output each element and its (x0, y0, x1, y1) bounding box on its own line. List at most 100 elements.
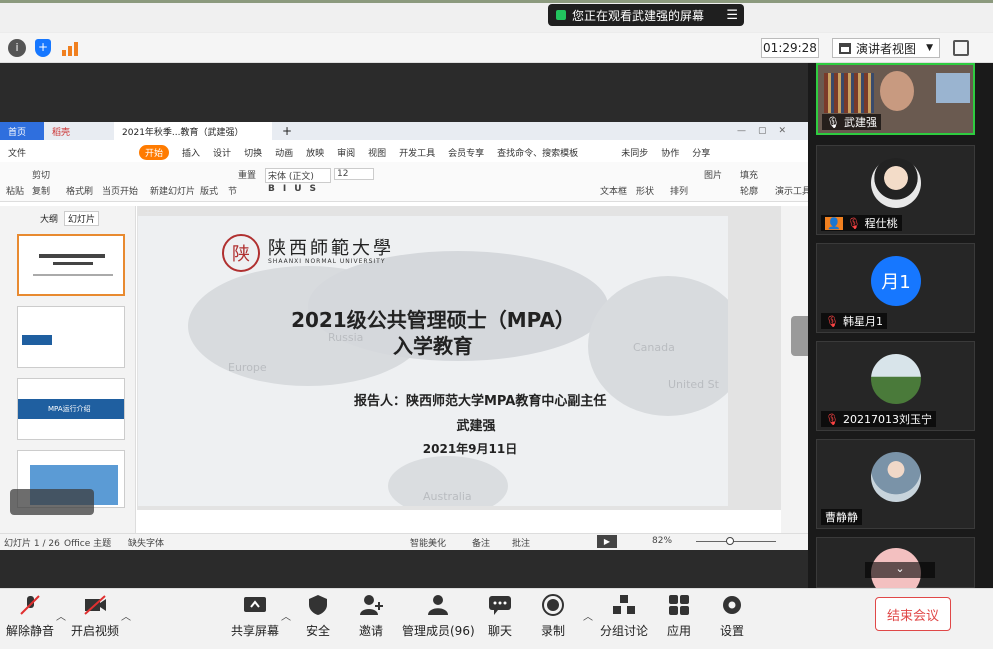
info-icon[interactable]: i (8, 39, 26, 57)
university-name-cn: 陕西師範大學 (268, 238, 394, 259)
play-icon[interactable]: ▶ (597, 535, 617, 548)
participant-name: 韩星月1 (842, 315, 883, 328)
participant-tile-3[interactable]: 月1 🎙 韩星月1 (816, 243, 975, 333)
shield-icon[interactable]: + (35, 39, 51, 57)
share-options-chevron-icon[interactable]: ︿ (281, 608, 291, 623)
start-video-button[interactable]: 开启视频 (71, 594, 119, 639)
ribbon-outline[interactable]: 轮廓 (740, 184, 758, 197)
slide-title-line2: 入学教育 (393, 334, 473, 358)
invite-user-icon (360, 595, 383, 615)
mic-icon: 🎙 (826, 115, 840, 129)
participant-name: 20217013刘玉宁 (842, 413, 932, 426)
menu-member[interactable]: 会员专享 (448, 146, 484, 159)
ribbon-picture[interactable]: 图片 (704, 168, 722, 181)
unmute-button[interactable]: 解除静音 (6, 594, 54, 639)
security-button[interactable]: 安全 (306, 594, 330, 639)
avatar-initials: 月1 (871, 256, 921, 306)
status-comments[interactable]: 批注 (512, 536, 530, 549)
ribbon-textbox[interactable]: 文本框 (600, 184, 627, 197)
tab-document[interactable]: 2021年秋季...教育（武建强） (114, 122, 273, 140)
participant-tile-1[interactable]: 🎙 武建强 (816, 63, 975, 135)
participant-name-bar: 🎙 20217013刘玉宁 (821, 411, 936, 427)
invite-button[interactable]: 邀请 (359, 594, 383, 639)
menu-animation[interactable]: 动画 (275, 146, 293, 159)
participant-tile-6[interactable]: ⌄ (816, 537, 975, 598)
map-label-australia: Australia (423, 490, 472, 503)
ribbon-layout[interactable]: 版式 (200, 184, 218, 197)
record-button[interactable]: 录制 (541, 594, 565, 639)
participant-tile-4[interactable]: 🎙 20217013刘玉宁 (816, 341, 975, 431)
menu-insert[interactable]: 插入 (182, 146, 200, 159)
wps-status-bar: 幻灯片 1 / 26 Office 主题 缺失字体 智能美化 备注 批注 ▶ 8… (0, 533, 808, 550)
video-options-chevron-icon[interactable]: ︿ (121, 608, 131, 623)
zoom-slider-thumb[interactable] (726, 537, 734, 545)
tab-docer[interactable]: 稻壳 (44, 122, 78, 140)
zoom-slider[interactable] (696, 541, 776, 542)
ribbon-new-slide[interactable]: 新建幻灯片 (150, 184, 195, 197)
menu-transition[interactable]: 切换 (244, 146, 262, 159)
panel-tab-outline[interactable]: 大纲 (40, 212, 58, 225)
status-zoom: 82% (652, 536, 673, 546)
ribbon-play-current[interactable]: 当页开始 (102, 184, 138, 197)
ribbon-cut[interactable]: 剪切 (32, 168, 50, 181)
menu-sync[interactable]: 未同步 (621, 146, 648, 159)
members-icon (428, 595, 449, 615)
ribbon-section[interactable]: 节 (228, 184, 237, 197)
apps-button[interactable]: 应用 (667, 594, 691, 639)
breakout-rooms-button[interactable]: 分组讨论 (600, 594, 648, 639)
menu-slideshow[interactable]: 放映 (306, 146, 324, 159)
wps-menu-bar: 文件 开始 插入 设计 切换 动画 放映 审阅 视图 开发工具 会员专享 查找命… (0, 143, 808, 161)
screen-share-banner[interactable]: 您正在观看武建强的屏幕 ☰ (548, 4, 744, 26)
ribbon-presentation-tools[interactable]: 演示工具 (775, 184, 811, 197)
end-meeting-button[interactable]: 结束会议 (875, 597, 951, 631)
annotation-overlay[interactable] (10, 489, 94, 515)
view-mode-dropdown[interactable]: 演讲者视图 ▼ (832, 38, 940, 58)
menu-share[interactable]: 分享 (692, 146, 710, 159)
ribbon-fill[interactable]: 填充 (740, 168, 758, 181)
share-screen-button[interactable]: 共享屏幕 (231, 594, 279, 639)
chat-button[interactable]: 聊天 (488, 594, 512, 639)
menu-review[interactable]: 审阅 (337, 146, 355, 159)
slide-thumbnail-3[interactable]: MPA运行介绍 (17, 378, 125, 440)
font-size-select[interactable]: 12 (334, 168, 374, 180)
tab-home[interactable]: 首页 (0, 122, 44, 140)
new-tab-icon[interactable]: + (282, 124, 292, 138)
menu-design[interactable]: 设计 (213, 146, 231, 159)
start-video-label: 开启视频 (71, 624, 120, 638)
ribbon-shape[interactable]: 形状 (636, 184, 654, 197)
ribbon-reset[interactable]: 重置 (238, 168, 256, 181)
record-options-chevron-icon[interactable]: ︿ (583, 608, 593, 623)
status-beautify[interactable]: 智能美化 (410, 536, 446, 549)
slide-thumbnail-1[interactable] (17, 234, 125, 296)
menu-file[interactable]: 文件 (8, 146, 26, 159)
text-style-buttons[interactable]: BIUS (268, 184, 324, 194)
menu-collab[interactable]: 协作 (661, 146, 679, 159)
manage-members-button[interactable]: 管理成员(96) (402, 594, 475, 639)
participant-tile-2[interactable]: 👤 🎙 程仕桃 (816, 145, 975, 235)
scroll-down-icon[interactable]: ⌄ (865, 562, 935, 578)
signal-icon[interactable] (62, 40, 80, 56)
ribbon-paste[interactable]: 粘贴 (6, 184, 24, 197)
ribbon-copy[interactable]: 复制 (32, 184, 50, 197)
fullscreen-icon[interactable] (953, 40, 969, 56)
participant-tile-5[interactable]: 曹静静 (816, 439, 975, 529)
font-family-select[interactable]: 宋体 (正文) (265, 168, 331, 183)
collapse-handle[interactable] (791, 316, 808, 356)
camera-off-icon (84, 595, 106, 615)
window-controls[interactable]: —▢✕ (737, 126, 798, 136)
ribbon-arrange[interactable]: 排列 (670, 184, 688, 197)
gear-icon (723, 596, 741, 614)
audio-options-chevron-icon[interactable]: ︿ (56, 608, 66, 623)
settings-button[interactable]: 设置 (720, 594, 744, 639)
menu-icon[interactable]: ☰ (726, 8, 738, 23)
menu-start[interactable]: 开始 (139, 144, 170, 160)
status-missing-font[interactable]: 缺失字体 (128, 536, 164, 549)
panel-tab-slides[interactable]: 幻灯片 (64, 211, 100, 226)
menu-developer[interactable]: 开发工具 (399, 146, 435, 159)
ribbon-format-painter[interactable]: 格式刷 (66, 184, 93, 197)
menu-search[interactable]: 查找命令、搜索模板 (497, 146, 578, 159)
status-notes[interactable]: 备注 (472, 536, 490, 549)
security-label: 安全 (306, 624, 331, 638)
menu-view[interactable]: 视图 (368, 146, 386, 159)
slide-thumbnail-2[interactable] (17, 306, 125, 368)
